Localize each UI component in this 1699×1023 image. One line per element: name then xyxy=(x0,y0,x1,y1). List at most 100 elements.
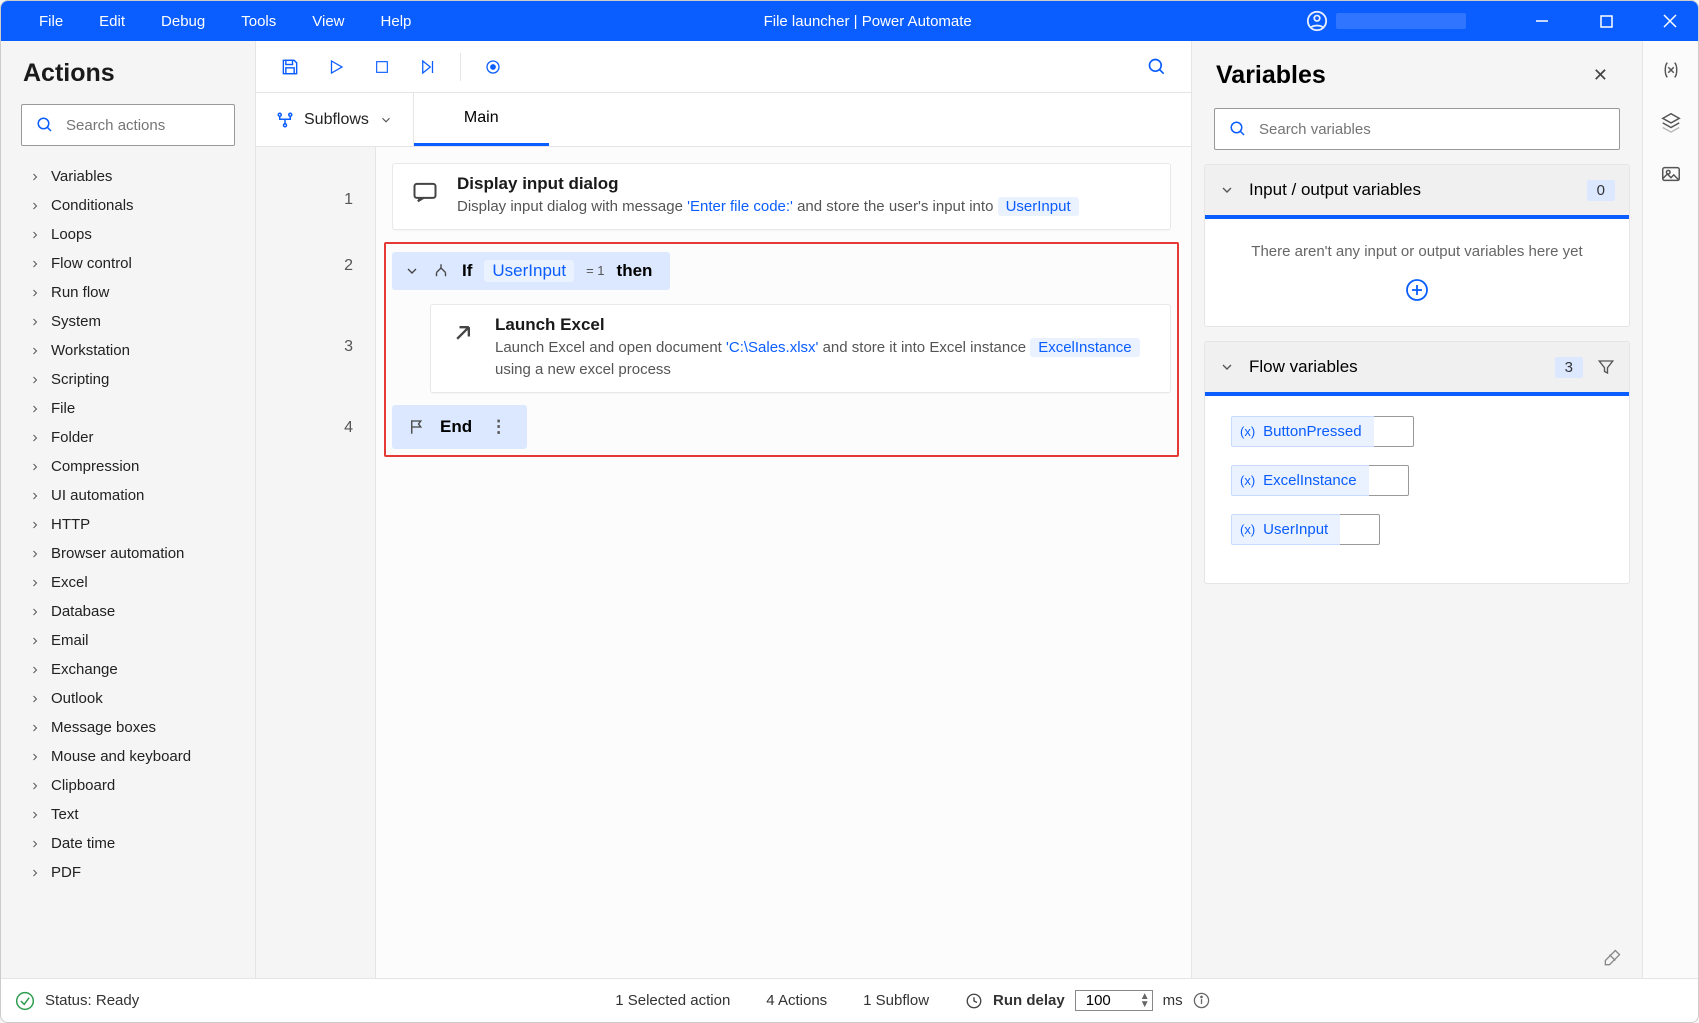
chevron-right-icon xyxy=(29,606,41,618)
flow-canvas[interactable]: 1 2 3 4 Display input dialog Display inp… xyxy=(256,147,1191,978)
actions-search[interactable] xyxy=(21,104,235,146)
action-category[interactable]: Folder xyxy=(9,423,255,452)
action-category[interactable]: HTTP xyxy=(9,510,255,539)
action-category[interactable]: Browser automation xyxy=(9,539,255,568)
action-category[interactable]: Conditionals xyxy=(9,191,255,220)
selected-count: 1 Selected action xyxy=(615,992,730,1009)
window-title: File launcher | Power Automate xyxy=(429,13,1306,30)
clock-icon xyxy=(965,992,983,1010)
io-variables-title: Input / output variables xyxy=(1249,180,1573,200)
menu-file[interactable]: File xyxy=(21,5,81,38)
chevron-right-icon xyxy=(29,490,41,502)
record-button[interactable] xyxy=(473,47,513,87)
more-menu-button[interactable]: ⋮ xyxy=(486,413,511,441)
flow-variable-row[interactable]: (x)ButtonPressed xyxy=(1231,416,1603,447)
variable-value-slot[interactable] xyxy=(1369,465,1409,496)
action-category[interactable]: Scripting xyxy=(9,365,255,394)
menu-tools[interactable]: Tools xyxy=(223,5,294,38)
action-category[interactable]: Email xyxy=(9,626,255,655)
action-category[interactable]: Message boxes xyxy=(9,713,255,742)
run-delay-spinner[interactable]: ▲▼ xyxy=(1140,993,1150,1009)
add-io-variable-button[interactable] xyxy=(1225,278,1609,302)
action-category[interactable]: Outlook xyxy=(9,684,255,713)
flow-variable-row[interactable]: (x)UserInput xyxy=(1231,514,1603,545)
maximize-button[interactable] xyxy=(1578,1,1634,41)
menu-edit[interactable]: Edit xyxy=(81,5,143,38)
action-category[interactable]: Compression xyxy=(9,452,255,481)
menu-debug[interactable]: Debug xyxy=(143,5,223,38)
filter-icon[interactable] xyxy=(1597,358,1615,376)
action-category[interactable]: Mouse and keyboard xyxy=(9,742,255,771)
action-category[interactable]: Exchange xyxy=(9,655,255,684)
app-window: File Edit Debug Tools View Help File lau… xyxy=(0,0,1699,1023)
io-variables-count: 0 xyxy=(1587,180,1615,201)
action-category[interactable]: System xyxy=(9,307,255,336)
close-button[interactable] xyxy=(1642,1,1698,41)
close-panel-button[interactable]: ✕ xyxy=(1583,59,1618,92)
run-button[interactable] xyxy=(316,47,356,87)
save-button[interactable] xyxy=(270,47,310,87)
menu-help[interactable]: Help xyxy=(363,5,430,38)
subflows-dropdown[interactable]: Subflows xyxy=(256,93,414,146)
step-display-input-dialog[interactable]: Display input dialog Display input dialo… xyxy=(392,163,1171,230)
chevron-down-icon xyxy=(379,113,393,127)
chevron-right-icon xyxy=(29,577,41,589)
category-label: Email xyxy=(51,632,89,649)
step-title: Launch Excel xyxy=(495,315,1152,335)
variables-rail-button[interactable] xyxy=(1660,59,1682,81)
variable-value-slot[interactable] xyxy=(1374,416,1414,447)
stop-button[interactable] xyxy=(362,47,402,87)
menu-view[interactable]: View xyxy=(294,5,362,38)
step-end[interactable]: End ⋮ xyxy=(392,405,527,449)
run-delay-value[interactable] xyxy=(1086,992,1130,1009)
action-category[interactable]: Clipboard xyxy=(9,771,255,800)
step-if-condition[interactable]: If UserInput = 1 then xyxy=(392,252,670,290)
variables-search-input[interactable] xyxy=(1259,121,1605,138)
variable-chip[interactable]: (x)UserInput xyxy=(1231,514,1341,545)
action-category[interactable]: Run flow xyxy=(9,278,255,307)
tab-main[interactable]: Main xyxy=(414,93,549,146)
info-icon[interactable] xyxy=(1193,992,1210,1009)
category-label: Folder xyxy=(51,429,94,446)
images-rail-button[interactable] xyxy=(1660,163,1682,185)
chevron-down-icon[interactable] xyxy=(1219,182,1235,198)
user-name[interactable] xyxy=(1336,13,1466,29)
action-category[interactable]: UI automation xyxy=(9,481,255,510)
category-label: Compression xyxy=(51,458,139,475)
minimize-button[interactable] xyxy=(1514,1,1570,41)
category-label: Text xyxy=(51,806,79,823)
action-category[interactable]: File xyxy=(9,394,255,423)
ui-elements-rail-button[interactable] xyxy=(1660,111,1682,133)
actions-search-input[interactable] xyxy=(66,117,265,134)
variable-chip[interactable]: (x)ExcelInstance xyxy=(1231,465,1370,496)
run-delay-input[interactable]: ▲▼ xyxy=(1075,990,1153,1011)
actions-category-list[interactable]: VariablesConditionalsLoops Flow control Ru… xyxy=(1,158,255,978)
action-category[interactable]: PDF xyxy=(9,858,255,887)
flow-variable-row[interactable]: (x)ExcelInstance xyxy=(1231,465,1603,496)
action-category[interactable]: Excel xyxy=(9,568,255,597)
chevron-right-icon xyxy=(29,374,41,386)
step-button[interactable] xyxy=(408,47,448,87)
action-category[interactable]: Loops xyxy=(9,220,255,249)
action-category[interactable]: Database xyxy=(9,597,255,626)
action-category[interactable]: Flow control xyxy=(9,249,255,278)
chevron-down-icon[interactable] xyxy=(404,263,420,279)
action-category[interactable]: Workstation xyxy=(9,336,255,365)
category-label: Message boxes xyxy=(51,719,156,736)
category-label: Flow control xyxy=(51,255,132,272)
designer-search-button[interactable] xyxy=(1137,47,1177,87)
action-category[interactable]: Variables xyxy=(9,162,255,191)
variable-chip[interactable]: (x)ButtonPressed xyxy=(1231,416,1375,447)
chevron-right-icon xyxy=(29,229,41,241)
action-category[interactable]: Text xyxy=(9,800,255,829)
clear-button[interactable] xyxy=(1602,948,1622,968)
chevron-right-icon xyxy=(29,200,41,212)
category-label: Date time xyxy=(51,835,115,852)
variable-name: ButtonPressed xyxy=(1263,423,1361,440)
variables-search[interactable] xyxy=(1214,108,1620,150)
variable-name: ExcelInstance xyxy=(1263,472,1356,489)
variable-value-slot[interactable] xyxy=(1340,514,1380,545)
chevron-down-icon[interactable] xyxy=(1219,359,1235,375)
action-category[interactable]: Date time xyxy=(9,829,255,858)
step-launch-excel[interactable]: Launch Excel Launch Excel and open docum… xyxy=(430,304,1171,393)
